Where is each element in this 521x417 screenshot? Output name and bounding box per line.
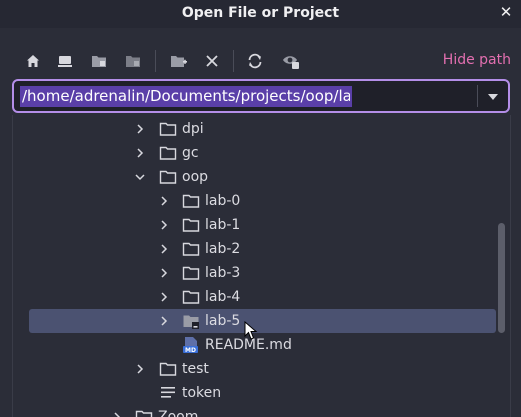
folder-icon (135, 410, 153, 417)
tree-item-lab-5[interactable]: lab-5 (29, 309, 496, 333)
hide-path-link[interactable]: Hide path (443, 52, 511, 68)
tree-item-lab-1[interactable]: lab-1 (13, 213, 497, 237)
tree-item-label: token (182, 385, 222, 401)
tree-item-label: dpi (182, 121, 204, 137)
toolbar: Hide path (0, 44, 521, 76)
tree-item-label: oop (182, 169, 209, 185)
svg-text:MD: MD (185, 347, 196, 354)
chevron-down-icon[interactable] (134, 171, 146, 183)
title-bar: Open File or Project ✕ (0, 0, 521, 28)
tree-item-lab-3[interactable]: lab-3 (13, 261, 497, 285)
tree-item-oop[interactable]: oop (13, 165, 497, 189)
project-button[interactable] (122, 50, 144, 72)
module-folder-icon (183, 315, 199, 329)
folder-icon (159, 122, 177, 136)
delete-button[interactable] (201, 50, 223, 72)
chevron-right-icon[interactable] (134, 363, 146, 375)
delete-icon (206, 55, 218, 67)
chevron-right-icon[interactable] (158, 195, 170, 207)
scroll-thumb[interactable] (498, 223, 505, 333)
home-button[interactable] (22, 50, 44, 72)
tree-item-label: Zoom (158, 409, 199, 417)
path-dropdown-button[interactable] (484, 88, 502, 106)
tree-item-label: lab-1 (205, 217, 241, 233)
tree-item-label: lab-3 (205, 265, 241, 281)
chevron-down-icon (488, 94, 498, 100)
path-input[interactable] (20, 86, 352, 107)
tree-item-test[interactable]: test (13, 357, 497, 381)
toolbar-separator (233, 50, 234, 72)
folder-icon (182, 194, 200, 208)
desktop-button[interactable] (54, 50, 76, 72)
chevron-right-icon[interactable] (158, 243, 170, 255)
tree-item-label: lab-4 (205, 289, 241, 305)
folder-icon (182, 266, 200, 280)
toolbar-separator (155, 50, 156, 72)
tree-item-lab-4[interactable]: lab-4 (13, 285, 497, 309)
folder-icon (159, 146, 177, 160)
tree-item-zoom[interactable]: Zoom (13, 405, 497, 417)
path-divider (477, 85, 478, 107)
path-bar (12, 79, 510, 113)
home-icon (27, 55, 39, 67)
tree-scrollbar[interactable] (497, 115, 507, 417)
new-folder-button[interactable] (168, 50, 190, 72)
show-hidden-button[interactable] (280, 50, 302, 72)
tree-item-label: lab-0 (205, 193, 241, 209)
tree-item-label: gc (182, 145, 199, 161)
chevron-right-icon[interactable] (158, 315, 170, 327)
project-icon (126, 56, 140, 67)
close-icon[interactable]: ✕ (497, 3, 515, 21)
text-file-icon (161, 387, 175, 398)
show-hidden-icon (283, 56, 299, 69)
tree-item-gc[interactable]: gc (13, 141, 497, 165)
tree-item-label: lab-2 (205, 241, 241, 257)
refresh-icon (248, 53, 262, 69)
chevron-right-icon[interactable] (111, 411, 123, 417)
documents-icon (92, 56, 106, 67)
desktop-icon (58, 56, 72, 67)
tree-item-lab-0[interactable]: lab-0 (13, 189, 497, 213)
folder-icon (182, 218, 200, 232)
chevron-right-icon[interactable] (158, 219, 170, 231)
window-title: Open File or Project (181, 5, 340, 21)
folder-icon (182, 290, 200, 304)
folder-icon (182, 242, 200, 256)
tree-item-label: test (182, 361, 209, 377)
chevron-right-icon[interactable] (158, 291, 170, 303)
tree-item-lab-2[interactable]: lab-2 (13, 237, 497, 261)
chevron-right-icon[interactable] (158, 267, 170, 279)
chevron-right-icon[interactable] (134, 123, 146, 135)
documents-button[interactable] (88, 50, 110, 72)
mouse-pointer-icon (244, 321, 258, 340)
refresh-button[interactable] (244, 50, 266, 72)
tree-item-token[interactable]: token (13, 381, 497, 405)
chevron-right-icon[interactable] (134, 147, 146, 159)
markdown-file-icon: MD (183, 337, 198, 354)
tree-item-label: lab-5 (205, 313, 241, 329)
file-tree[interactable]: dpi gc oop lab-0 lab-1 lab-2 lab-3 lab-4 (12, 115, 511, 417)
tree-item-dpi[interactable]: dpi (13, 117, 497, 141)
folder-icon (159, 170, 177, 184)
folder-icon (159, 362, 177, 376)
new-folder-icon (171, 56, 187, 67)
